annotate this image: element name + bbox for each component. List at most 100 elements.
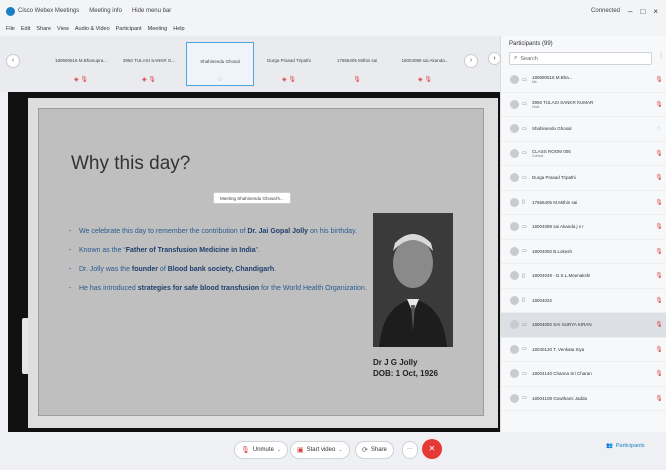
connection-status[interactable]: Connected: [591, 8, 620, 14]
mic-muted-icon[interactable]: 🎙: [652, 223, 666, 230]
device-icon: ▯: [522, 297, 525, 304]
video-thumbnail-active[interactable]: Shahinendu Ghosal ◌: [186, 42, 254, 86]
chevron-down-icon[interactable]: ⌄: [277, 447, 281, 453]
avatar: [510, 344, 519, 354]
maximize-icon[interactable]: □: [640, 7, 645, 16]
device-icon: ▭: [522, 76, 527, 83]
menu-audio-video[interactable]: Audio & Video: [75, 26, 110, 32]
mic-muted-icon: 🎙: [241, 447, 250, 454]
mic-muted-icon: 🎙: [353, 77, 361, 83]
menu-view[interactable]: View: [57, 26, 69, 32]
video-thumbnail[interactable]: 180690516 M.Bhanupra... ◈ 🎙: [50, 42, 112, 86]
avatar: [510, 173, 519, 183]
share-button[interactable]: ⟳ Share: [355, 441, 394, 459]
avatar: [510, 295, 519, 305]
mic-muted-icon[interactable]: 🎙: [652, 321, 666, 328]
mic-muted-icon[interactable]: 🎙: [652, 174, 666, 181]
strip-prev-icon[interactable]: ‹: [6, 54, 20, 68]
video-thumbnail[interactable]: 18004089 sai Akanda... ◈ 🎙: [394, 42, 456, 86]
portrait-photo: [373, 213, 453, 347]
mic-muted-icon: ◈ 🎙: [142, 77, 156, 83]
device-icon: ▭: [522, 125, 527, 132]
participant-row[interactable]: ▭ Shahinendu Ghosal ◌: [501, 117, 666, 142]
sharing-tooltip: Meeting Shahinendu Ghosal's...: [213, 192, 291, 204]
mic-muted-icon[interactable]: 🎙: [652, 346, 666, 353]
participant-row-selected[interactable]: ▭ 18004092 SAI SURYA KIRAN 🎙: [501, 313, 666, 338]
mic-muted-icon[interactable]: 🎙: [652, 248, 666, 255]
start-video-button[interactable]: ▣ Start video ⌄: [290, 441, 350, 459]
mic-muted-icon[interactable]: 🎙: [652, 395, 666, 402]
filter-icon[interactable]: ⫶: [660, 53, 662, 61]
caption-dob: DOB: 1 Oct, 1926: [373, 369, 438, 379]
menu-file[interactable]: File: [6, 26, 15, 32]
avatar: [510, 148, 519, 158]
mic-muted-icon[interactable]: 🎙: [652, 199, 666, 206]
device-icon: ▭: [522, 248, 527, 255]
more-options-button[interactable]: ···: [402, 441, 418, 459]
participants-icon: 👥: [606, 443, 613, 449]
device-icon: ▭: [522, 150, 527, 157]
participant-row[interactable]: ▭ 18004108 Gowthami Jadda 🎙: [501, 387, 666, 411]
video-thumbnail[interactable]: 17656405 Mithin sai 🎙: [326, 42, 388, 86]
participants-title: Participants (99): [509, 41, 553, 47]
participant-row[interactable]: ▭ 18040120 T. Venkata Siya 🎙: [501, 338, 666, 362]
end-meeting-button[interactable]: ✕: [422, 439, 442, 459]
mic-muted-icon[interactable]: 🎙: [652, 76, 666, 83]
avatar: [510, 246, 519, 256]
thumbnail-name: Shahinendu Ghosal: [200, 59, 240, 64]
participant-row[interactable]: ▭ 3950 TULASI SANKR KUMAR Host 🎙: [501, 93, 666, 117]
participant-row[interactable]: ▯ 18004022 🎙: [501, 289, 666, 313]
webex-logo-icon: [6, 6, 15, 16]
menu-meeting[interactable]: Meeting: [148, 26, 168, 32]
mic-muted-icon: ◈ 🎙: [418, 77, 432, 83]
participant-list: ▭ 180690516 M.Bha... Me 🎙 ▭ 3950 TULASI S…: [501, 68, 666, 411]
device-icon: ▭: [522, 101, 527, 108]
chevron-down-icon[interactable]: ⌄: [338, 447, 342, 453]
mic-muted-icon[interactable]: 🎙: [652, 150, 666, 157]
collapse-panel-icon[interactable]: ›: [488, 52, 501, 65]
video-strip: ‹ 180690516 M.Bhanupra... ◈ 🎙 3950 TULAS…: [0, 36, 500, 92]
mic-muted-icon[interactable]: 🎙: [652, 370, 666, 377]
mic-muted-icon[interactable]: 🎙: [652, 101, 666, 108]
caption-name: Dr J G Jolly: [373, 358, 418, 367]
participant-row[interactable]: ▯ 18004049 - D.S.L.Meenakshi 🎙: [501, 264, 666, 289]
app-title: Cisco Webex Meetings: [18, 8, 80, 14]
meeting-info-button[interactable]: Meeting info: [89, 8, 122, 14]
slide-title: Why this day?: [71, 153, 191, 174]
device-icon: ▯: [522, 199, 525, 206]
device-icon: ▭: [522, 223, 527, 230]
close-icon[interactable]: ×: [653, 7, 658, 16]
participant-row[interactable]: ▭ Durga Prasad Tripathi 🎙: [501, 166, 666, 191]
participants-button[interactable]: 👥 Participants: [606, 443, 645, 449]
participant-row[interactable]: ▭ 18004050 B.Lokesh 🎙: [501, 240, 666, 264]
participant-row[interactable]: ▭ 18004140 Channa Sri Charan 🎙: [501, 362, 666, 387]
video-thumbnail[interactable]: Durga Prasad Tripathi ◈ 🎙: [258, 42, 320, 86]
menu-edit[interactable]: Edit: [21, 26, 30, 32]
share-icon: ⟳: [362, 447, 368, 454]
participant-row[interactable]: ▭ 18004089 sai Akanda j s r 🎙: [501, 215, 666, 240]
speaking-icon[interactable]: ◌: [652, 126, 666, 132]
search-placeholder: Search: [520, 55, 538, 62]
minimize-icon[interactable]: –: [628, 7, 632, 16]
mic-muted-icon[interactable]: 🎙: [652, 297, 666, 304]
mic-muted-icon: ◈ 🎙: [282, 77, 296, 83]
strip-next-icon[interactable]: ›: [464, 54, 478, 68]
bullet-item: - Dr. Jolly was the founder of Blood ban…: [69, 266, 277, 274]
avatar: [510, 75, 519, 85]
participant-row[interactable]: ▯ 17656405 M.Mithin sai 🎙: [501, 191, 666, 215]
hide-menu-bar-button[interactable]: Hide menu bar: [132, 8, 171, 14]
menu-participant[interactable]: Participant: [116, 26, 142, 32]
unmute-button[interactable]: 🎙 Unmute ⌄: [234, 441, 289, 459]
participant-row[interactable]: ▭ 180690516 M.Bha... Me 🎙: [501, 68, 666, 93]
search-input[interactable]: ⌕ Search ⫶: [509, 52, 662, 65]
menu-help[interactable]: Help: [173, 26, 184, 32]
device-icon: ▭: [522, 395, 527, 402]
bullet-item: - He has introduced strategies for safe …: [69, 285, 367, 293]
mic-muted-icon[interactable]: 🎙: [652, 272, 666, 279]
menu-share[interactable]: Share: [36, 26, 51, 32]
presentation-slide: Why this day? - We celebrate this day to…: [28, 98, 498, 428]
video-thumbnail[interactable]: 3950 TULASI SANKR G... ◈ 🎙: [118, 42, 180, 86]
avatar: [510, 99, 519, 109]
participant-row[interactable]: ▭ CLASS ROOM 005 Cohost 🎙: [501, 142, 666, 166]
shared-content-stage: Why this day? - We celebrate this day to…: [8, 92, 500, 432]
